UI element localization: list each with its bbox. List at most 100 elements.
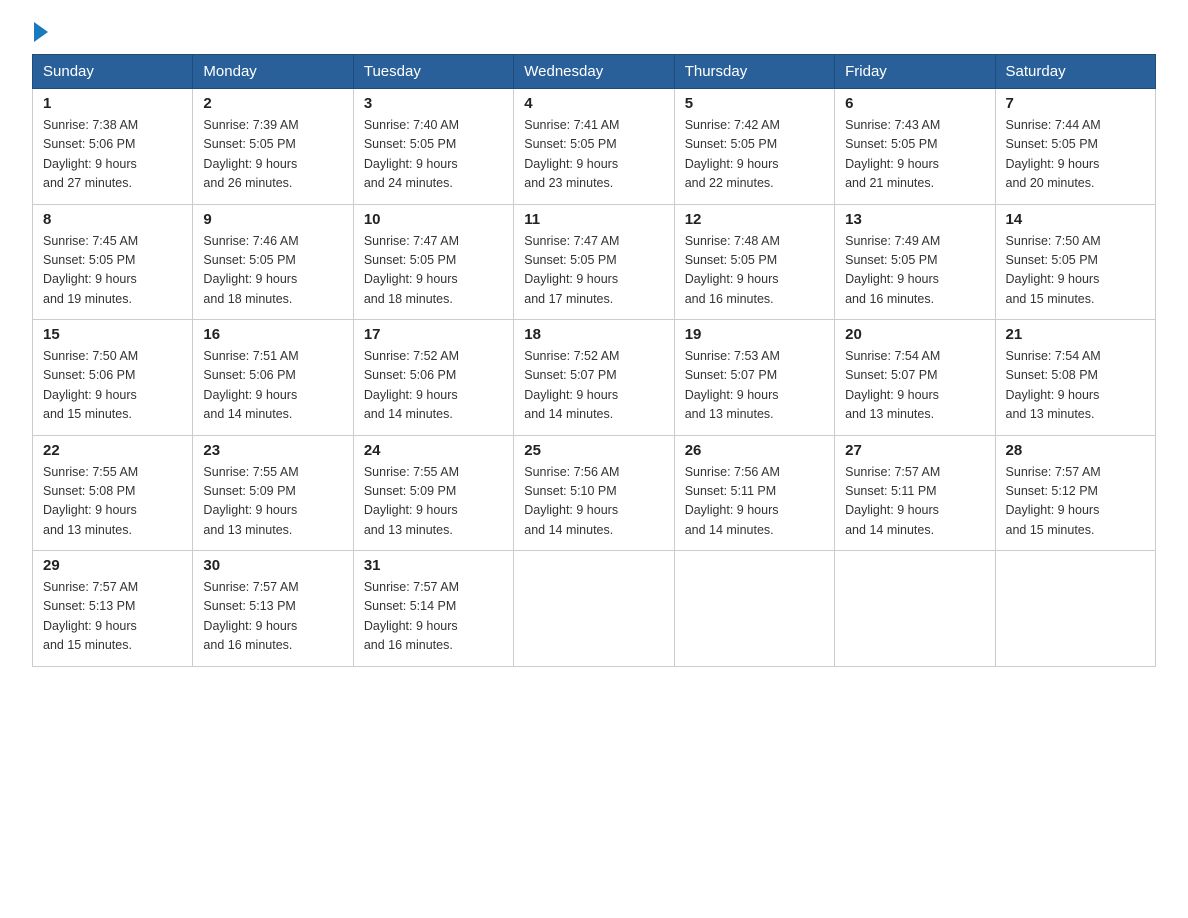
day-number: 17 [364,326,503,343]
calendar-day-cell: 30 Sunrise: 7:57 AM Sunset: 5:13 PM Dayl… [193,551,353,667]
calendar-day-cell: 8 Sunrise: 7:45 AM Sunset: 5:05 PM Dayli… [33,204,193,320]
calendar-week-row: 15 Sunrise: 7:50 AM Sunset: 5:06 PM Dayl… [33,320,1156,436]
day-of-week-header: Sunday [33,55,193,89]
day-of-week-header: Tuesday [353,55,513,89]
calendar-day-cell: 31 Sunrise: 7:57 AM Sunset: 5:14 PM Dayl… [353,551,513,667]
day-of-week-header: Monday [193,55,353,89]
day-info: Sunrise: 7:55 AM Sunset: 5:09 PM Dayligh… [203,463,342,541]
day-info: Sunrise: 7:57 AM Sunset: 5:13 PM Dayligh… [43,578,182,656]
calendar-day-cell: 2 Sunrise: 7:39 AM Sunset: 5:05 PM Dayli… [193,89,353,205]
day-info: Sunrise: 7:47 AM Sunset: 5:05 PM Dayligh… [364,232,503,310]
calendar-day-cell: 27 Sunrise: 7:57 AM Sunset: 5:11 PM Dayl… [835,435,995,551]
day-number: 27 [845,442,984,459]
day-info: Sunrise: 7:55 AM Sunset: 5:09 PM Dayligh… [364,463,503,541]
day-info: Sunrise: 7:54 AM Sunset: 5:08 PM Dayligh… [1006,347,1145,425]
calendar-day-cell: 19 Sunrise: 7:53 AM Sunset: 5:07 PM Dayl… [674,320,834,436]
day-info: Sunrise: 7:54 AM Sunset: 5:07 PM Dayligh… [845,347,984,425]
day-number: 7 [1006,95,1145,112]
day-info: Sunrise: 7:43 AM Sunset: 5:05 PM Dayligh… [845,116,984,194]
calendar-day-cell: 23 Sunrise: 7:55 AM Sunset: 5:09 PM Dayl… [193,435,353,551]
calendar-day-cell: 29 Sunrise: 7:57 AM Sunset: 5:13 PM Dayl… [33,551,193,667]
day-number: 11 [524,211,663,228]
calendar-day-cell: 9 Sunrise: 7:46 AM Sunset: 5:05 PM Dayli… [193,204,353,320]
day-number: 5 [685,95,824,112]
day-info: Sunrise: 7:52 AM Sunset: 5:06 PM Dayligh… [364,347,503,425]
day-info: Sunrise: 7:52 AM Sunset: 5:07 PM Dayligh… [524,347,663,425]
calendar-day-cell: 21 Sunrise: 7:54 AM Sunset: 5:08 PM Dayl… [995,320,1155,436]
calendar-day-cell: 11 Sunrise: 7:47 AM Sunset: 5:05 PM Dayl… [514,204,674,320]
day-number: 10 [364,211,503,228]
day-number: 2 [203,95,342,112]
calendar-day-cell: 14 Sunrise: 7:50 AM Sunset: 5:05 PM Dayl… [995,204,1155,320]
day-info: Sunrise: 7:45 AM Sunset: 5:05 PM Dayligh… [43,232,182,310]
day-of-week-header: Friday [835,55,995,89]
day-number: 6 [845,95,984,112]
calendar-day-cell: 4 Sunrise: 7:41 AM Sunset: 5:05 PM Dayli… [514,89,674,205]
day-number: 9 [203,211,342,228]
calendar-day-cell: 7 Sunrise: 7:44 AM Sunset: 5:05 PM Dayli… [995,89,1155,205]
day-number: 26 [685,442,824,459]
day-info: Sunrise: 7:57 AM Sunset: 5:11 PM Dayligh… [845,463,984,541]
day-info: Sunrise: 7:47 AM Sunset: 5:05 PM Dayligh… [524,232,663,310]
day-info: Sunrise: 7:57 AM Sunset: 5:13 PM Dayligh… [203,578,342,656]
calendar-day-cell: 12 Sunrise: 7:48 AM Sunset: 5:05 PM Dayl… [674,204,834,320]
calendar-day-cell: 17 Sunrise: 7:52 AM Sunset: 5:06 PM Dayl… [353,320,513,436]
day-info: Sunrise: 7:56 AM Sunset: 5:11 PM Dayligh… [685,463,824,541]
day-info: Sunrise: 7:42 AM Sunset: 5:05 PM Dayligh… [685,116,824,194]
calendar-day-cell: 3 Sunrise: 7:40 AM Sunset: 5:05 PM Dayli… [353,89,513,205]
day-number: 19 [685,326,824,343]
calendar-week-row: 29 Sunrise: 7:57 AM Sunset: 5:13 PM Dayl… [33,551,1156,667]
day-info: Sunrise: 7:38 AM Sunset: 5:06 PM Dayligh… [43,116,182,194]
calendar-day-cell: 6 Sunrise: 7:43 AM Sunset: 5:05 PM Dayli… [835,89,995,205]
day-info: Sunrise: 7:51 AM Sunset: 5:06 PM Dayligh… [203,347,342,425]
day-number: 25 [524,442,663,459]
calendar-day-cell: 25 Sunrise: 7:56 AM Sunset: 5:10 PM Dayl… [514,435,674,551]
calendar-day-cell: 13 Sunrise: 7:49 AM Sunset: 5:05 PM Dayl… [835,204,995,320]
day-info: Sunrise: 7:50 AM Sunset: 5:05 PM Dayligh… [1006,232,1145,310]
calendar-day-cell: 16 Sunrise: 7:51 AM Sunset: 5:06 PM Dayl… [193,320,353,436]
day-number: 31 [364,557,503,574]
calendar-day-cell: 22 Sunrise: 7:55 AM Sunset: 5:08 PM Dayl… [33,435,193,551]
calendar-day-cell [835,551,995,667]
day-number: 18 [524,326,663,343]
day-number: 12 [685,211,824,228]
day-info: Sunrise: 7:39 AM Sunset: 5:05 PM Dayligh… [203,116,342,194]
calendar-day-cell: 15 Sunrise: 7:50 AM Sunset: 5:06 PM Dayl… [33,320,193,436]
day-info: Sunrise: 7:44 AM Sunset: 5:05 PM Dayligh… [1006,116,1145,194]
day-number: 8 [43,211,182,228]
day-number: 30 [203,557,342,574]
day-of-week-header: Saturday [995,55,1155,89]
day-number: 1 [43,95,182,112]
day-number: 4 [524,95,663,112]
day-number: 13 [845,211,984,228]
page-header [32,24,1156,42]
day-info: Sunrise: 7:41 AM Sunset: 5:05 PM Dayligh… [524,116,663,194]
day-number: 14 [1006,211,1145,228]
day-number: 21 [1006,326,1145,343]
day-info: Sunrise: 7:56 AM Sunset: 5:10 PM Dayligh… [524,463,663,541]
day-number: 20 [845,326,984,343]
day-of-week-header: Wednesday [514,55,674,89]
calendar-header-row: SundayMondayTuesdayWednesdayThursdayFrid… [33,55,1156,89]
day-number: 3 [364,95,503,112]
day-info: Sunrise: 7:50 AM Sunset: 5:06 PM Dayligh… [43,347,182,425]
day-of-week-header: Thursday [674,55,834,89]
calendar-week-row: 22 Sunrise: 7:55 AM Sunset: 5:08 PM Dayl… [33,435,1156,551]
day-info: Sunrise: 7:57 AM Sunset: 5:14 PM Dayligh… [364,578,503,656]
calendar-day-cell: 24 Sunrise: 7:55 AM Sunset: 5:09 PM Dayl… [353,435,513,551]
day-number: 15 [43,326,182,343]
logo [32,24,48,42]
logo-arrow-icon [34,22,48,42]
day-info: Sunrise: 7:40 AM Sunset: 5:05 PM Dayligh… [364,116,503,194]
calendar-day-cell: 26 Sunrise: 7:56 AM Sunset: 5:11 PM Dayl… [674,435,834,551]
day-number: 29 [43,557,182,574]
day-number: 22 [43,442,182,459]
calendar-day-cell: 5 Sunrise: 7:42 AM Sunset: 5:05 PM Dayli… [674,89,834,205]
day-info: Sunrise: 7:49 AM Sunset: 5:05 PM Dayligh… [845,232,984,310]
calendar-day-cell: 18 Sunrise: 7:52 AM Sunset: 5:07 PM Dayl… [514,320,674,436]
day-info: Sunrise: 7:48 AM Sunset: 5:05 PM Dayligh… [685,232,824,310]
day-info: Sunrise: 7:57 AM Sunset: 5:12 PM Dayligh… [1006,463,1145,541]
calendar-week-row: 1 Sunrise: 7:38 AM Sunset: 5:06 PM Dayli… [33,89,1156,205]
calendar-day-cell [995,551,1155,667]
calendar-day-cell: 10 Sunrise: 7:47 AM Sunset: 5:05 PM Dayl… [353,204,513,320]
